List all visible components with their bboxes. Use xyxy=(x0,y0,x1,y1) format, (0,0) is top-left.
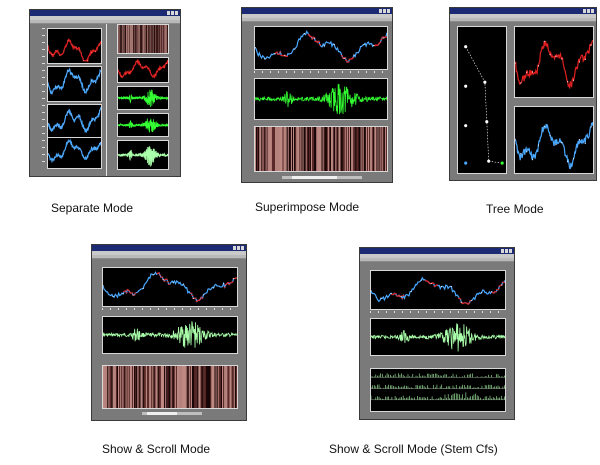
plot-selected-node[interactable] xyxy=(514,26,594,98)
signal-plot xyxy=(48,29,101,63)
signal-plot xyxy=(48,138,101,168)
separator xyxy=(106,24,107,176)
y-axis-ticks xyxy=(42,28,45,168)
toolbar xyxy=(450,18,596,22)
window-controls-icon[interactable] xyxy=(501,249,513,253)
caption-superimpose-mode: Superimpose Mode xyxy=(255,200,360,214)
signal-plot xyxy=(48,67,101,101)
plot-node-signal[interactable] xyxy=(514,106,594,174)
coef-stripes-plot xyxy=(118,25,168,53)
detail-plot xyxy=(103,317,237,353)
plot-coefficients[interactable] xyxy=(254,126,388,172)
scrollbar-thumb[interactable] xyxy=(147,412,177,415)
plot-detail-3[interactable] xyxy=(117,140,169,170)
tree-plot xyxy=(464,45,504,165)
plot-detail-2[interactable] xyxy=(117,113,169,137)
scrollbar-thumb[interactable] xyxy=(292,176,337,179)
caption-tree-mode: Tree Mode xyxy=(486,202,544,216)
window-controls-icon[interactable] xyxy=(233,246,245,250)
plot-details-superimposed[interactable] xyxy=(254,78,388,120)
screenshot-superimpose-mode xyxy=(241,7,393,183)
x-axis-ticks xyxy=(102,308,238,310)
plot-signal-approx[interactable] xyxy=(370,270,506,310)
screenshot-show-scroll-mode xyxy=(91,244,247,421)
screenshot-separate-mode xyxy=(29,9,181,177)
coef-stripes-plot xyxy=(103,366,237,408)
signal-plot xyxy=(515,27,593,97)
plot-signal-4[interactable] xyxy=(47,137,102,169)
plot-signal-2[interactable] xyxy=(47,66,102,102)
toolbar xyxy=(360,258,514,262)
plot-detail-1[interactable] xyxy=(117,86,169,110)
scrollbar[interactable] xyxy=(142,412,202,415)
window-controls-icon[interactable] xyxy=(167,11,179,15)
plot-approx[interactable] xyxy=(117,57,169,83)
detail-plot xyxy=(118,114,168,136)
plot-signal-1[interactable] xyxy=(47,28,102,64)
toolbar xyxy=(92,255,246,259)
window-controls-icon[interactable] xyxy=(583,9,595,13)
signal-plot xyxy=(118,58,168,82)
scrollbar[interactable] xyxy=(282,176,362,179)
detail-plot xyxy=(255,79,387,119)
toolbar xyxy=(242,18,392,22)
plot-coefficients[interactable] xyxy=(117,24,169,54)
signal-plot xyxy=(255,27,387,63)
screenshot-show-scroll-stem-mode xyxy=(359,247,515,420)
plot-signal-approx[interactable] xyxy=(102,267,238,307)
detail-plot xyxy=(371,319,505,355)
plot-stem-coefficients[interactable] xyxy=(370,368,506,412)
screenshot-tree-mode xyxy=(449,7,597,181)
caption-show-scroll-mode: Show & Scroll Mode xyxy=(102,442,211,456)
plot-details[interactable] xyxy=(102,316,238,354)
stem-plot xyxy=(371,369,505,411)
plot-decomposition-tree[interactable] xyxy=(457,26,507,174)
coef-stripes-plot xyxy=(255,127,387,171)
x-axis-ticks xyxy=(254,71,388,73)
window-controls-icon[interactable] xyxy=(379,9,391,13)
x-axis-ticks xyxy=(370,311,506,313)
signal-plot xyxy=(371,271,505,309)
detail-plot xyxy=(118,141,168,169)
plot-details[interactable] xyxy=(370,318,506,356)
detail-plot xyxy=(118,87,168,109)
plot-coefficients[interactable] xyxy=(102,365,238,409)
caption-separate-mode: Separate Mode xyxy=(51,201,134,215)
plot-signal-3[interactable] xyxy=(47,104,102,140)
caption-show-scroll-stem-mode: Show & Scroll Mode (Stem Cfs) xyxy=(329,442,498,456)
plot-signal-superimposed[interactable] xyxy=(254,26,388,70)
signal-plot xyxy=(103,268,237,306)
signal-plot xyxy=(515,107,593,173)
signal-plot xyxy=(48,105,101,139)
